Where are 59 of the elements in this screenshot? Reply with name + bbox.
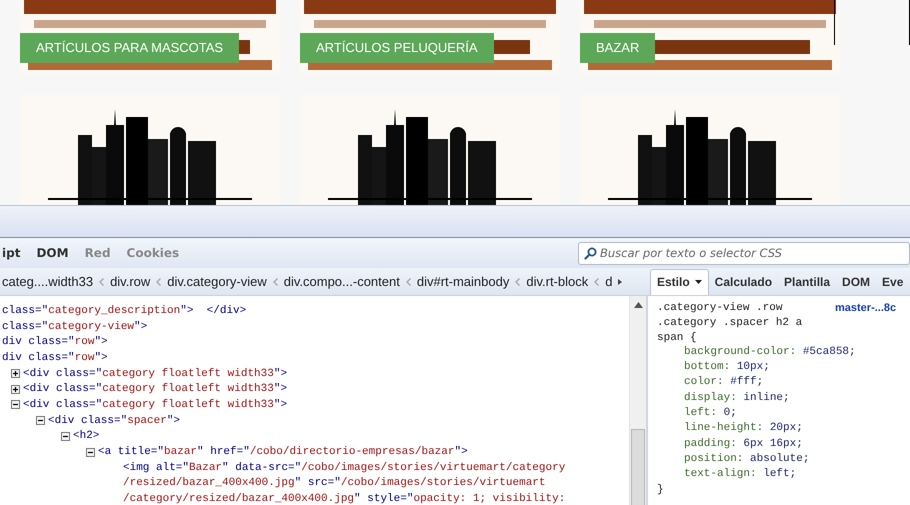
code-line: <div class="category floatleft width33"> — [23, 383, 288, 396]
scroll-right-icon[interactable] — [618, 278, 622, 284]
source-link[interactable]: master-...8c — [835, 302, 896, 314]
code-line: <div class="category floatleft width33"> — [23, 368, 288, 380]
panel-tab[interactable]: DOM — [36, 246, 69, 260]
css-declaration: padding: 6px 16px; — [683, 438, 804, 452]
code-line: <a title="bazar" href="/cobo/directorio-empresas/bazar"> — [98, 446, 468, 458]
css-declaration: line-height: 20px; — [683, 422, 804, 436]
code-line: <div class="category floatleft width33"> — [23, 398, 288, 411]
panel-tab[interactable]: Calculado — [708, 270, 778, 295]
chevron-icon — [156, 278, 162, 286]
breadcrumb-item[interactable]: div#rt-mainbody — [416, 274, 510, 289]
chevron-icon — [515, 278, 520, 286]
css-brace: } — [657, 484, 665, 498]
breadcrumb-item[interactable]: categ....width33 — [2, 274, 94, 289]
collapse-icon[interactable] — [86, 448, 95, 457]
chevron-icon — [594, 278, 600, 286]
code-line: class="category-view"> — [2, 320, 148, 333]
collapse-icon[interactable] — [11, 400, 20, 410]
css-declaration: display: inline; — [683, 392, 791, 406]
search-field[interactable]: Buscar por texto o selector CSS — [578, 242, 910, 264]
expand-icon[interactable] — [11, 384, 20, 394]
code-line: <div class="spacer"> — [48, 414, 180, 427]
code-line: div class="row"> — [2, 336, 108, 348]
css-selector: .category .spacer h2 a — [657, 316, 804, 329]
scroll-up-icon[interactable] — [634, 302, 642, 308]
breadcrumb-item[interactable]: div.compo...-content — [284, 274, 400, 289]
css-selector: .category-view .row — [657, 302, 784, 314]
code-line: div class="row"> — [2, 352, 108, 364]
css-declaration: left: 0; — [683, 407, 738, 422]
scrollbar[interactable] — [629, 296, 646, 505]
collapse-icon[interactable] — [61, 432, 70, 441]
chevron-icon — [272, 278, 278, 286]
scrollbar-thumb[interactable] — [631, 429, 645, 505]
breadcrumb-item[interactable]: div.rt-block — [526, 274, 588, 289]
panel-tab[interactable]: Eve — [876, 270, 910, 295]
css-declaration: bottom: 10px; — [683, 361, 771, 376]
collapse-icon[interactable] — [36, 416, 45, 426]
code-line: /category/resized/bazar_400x400.jpg" style="opacity: 1; visibility: — [123, 493, 566, 505]
code-line: class="category_description"> </div> — [2, 304, 246, 317]
code-line: <h2> — [73, 430, 100, 442]
panel-tab[interactable]: Plantilla — [778, 270, 836, 295]
panel-tab[interactable]: DOM — [836, 270, 876, 295]
expand-icon[interactable] — [11, 369, 20, 378]
code-line: /resized/bazar_400x400.jpg" src="/cobo/images/stories/virtuemart — [123, 477, 546, 490]
code-line: <img alt="Bazar" data-src="/cobo/images/stories/virtuemart/category — [123, 462, 566, 474]
css-declaration: position: absolute; — [683, 452, 810, 467]
chevron-icon — [406, 278, 411, 286]
css-selector: span { — [657, 332, 698, 344]
breadcrumb-item[interactable]: div.category-view — [167, 274, 267, 289]
panel-tab[interactable]: ipt — [2, 246, 20, 260]
panel-tab[interactable]: Estilo — [650, 269, 709, 295]
css-declaration: text-align: left; — [683, 468, 798, 482]
breadcrumb-item[interactable]: d — [605, 274, 612, 289]
breadcrumb-item[interactable]: div.row — [110, 274, 150, 289]
caret-icon — [694, 280, 702, 284]
css-declaration: color: #fff; — [683, 376, 764, 390]
chevron-icon — [99, 278, 104, 286]
css-declaration: background-color: #5ca858; — [683, 346, 857, 360]
